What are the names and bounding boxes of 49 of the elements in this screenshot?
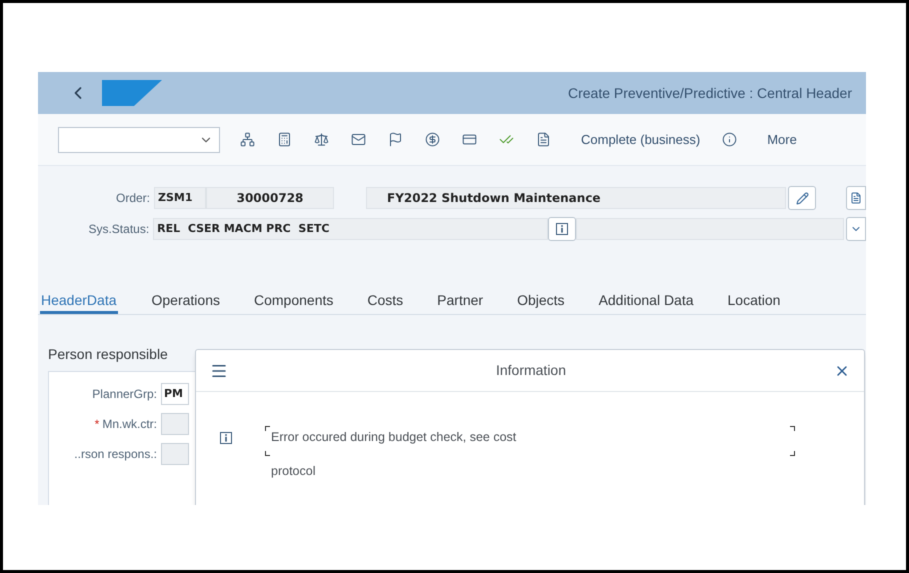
field-label: Mn.wk.ctr: xyxy=(102,416,157,433)
tab[interactable]: Partner xyxy=(437,290,484,314)
structure-icon[interactable] xyxy=(240,132,255,147)
field-label: ..rson respons.: xyxy=(74,446,157,463)
section-title: Person responsible xyxy=(48,346,168,362)
window-title: Create Preventive/Predictive : Central Header xyxy=(568,84,852,102)
message-text: Error occured during budget check, see cost protocol xyxy=(271,429,518,480)
input-field[interactable]: ZSM1 xyxy=(154,187,206,209)
field-label: PlannerGrp: xyxy=(92,386,157,403)
command-field[interactable] xyxy=(58,126,220,152)
required-marker: * xyxy=(94,416,100,433)
input-field[interactable] xyxy=(576,218,844,240)
toolbar-button[interactable]: More xyxy=(767,130,797,150)
money-icon[interactable] xyxy=(425,132,440,147)
field-label: Sys.Status: xyxy=(87,221,150,238)
bracket-icon xyxy=(265,426,270,456)
input-field[interactable] xyxy=(161,443,189,465)
pencil-icon xyxy=(796,192,808,204)
document-button[interactable] xyxy=(846,186,866,210)
tab[interactable]: Operations xyxy=(152,290,220,314)
edit-button[interactable] xyxy=(788,186,816,210)
document-icon[interactable] xyxy=(536,132,551,147)
tab[interactable]: Location xyxy=(728,290,780,314)
bracket-icon xyxy=(790,426,795,456)
mail-icon[interactable] xyxy=(351,132,366,147)
tab[interactable]: Components xyxy=(254,290,334,314)
field-label: Order: xyxy=(114,190,150,207)
info-icon xyxy=(556,223,568,235)
tab[interactable]: Costs xyxy=(367,290,404,314)
document-icon xyxy=(850,192,862,204)
input-field[interactable]: PM xyxy=(161,383,189,405)
info-icon xyxy=(220,432,232,444)
tab[interactable]: HeaderData xyxy=(40,290,118,314)
logo-icon xyxy=(102,80,162,106)
scale-icon[interactable] xyxy=(314,132,329,147)
info-button[interactable] xyxy=(548,217,576,241)
toolbar-button[interactable]: Complete (business) xyxy=(581,130,700,150)
dropdown-button[interactable] xyxy=(846,217,866,241)
tab[interactable]: Objects xyxy=(517,290,565,314)
info-icon[interactable] xyxy=(722,132,738,147)
input-field[interactable] xyxy=(161,413,189,435)
input-field[interactable]: FY2022 Shutdown Maintenance xyxy=(366,187,786,209)
card-icon[interactable] xyxy=(462,132,477,147)
input-field[interactable]: REL CSER MACM PRC SETC xyxy=(153,218,548,240)
flag-icon[interactable] xyxy=(388,132,403,147)
dialog-title: Information xyxy=(494,361,568,380)
tab[interactable]: Additional Data xyxy=(598,290,694,314)
input-field[interactable]: 30000728 xyxy=(206,187,334,209)
calculator-icon[interactable] xyxy=(277,132,292,147)
